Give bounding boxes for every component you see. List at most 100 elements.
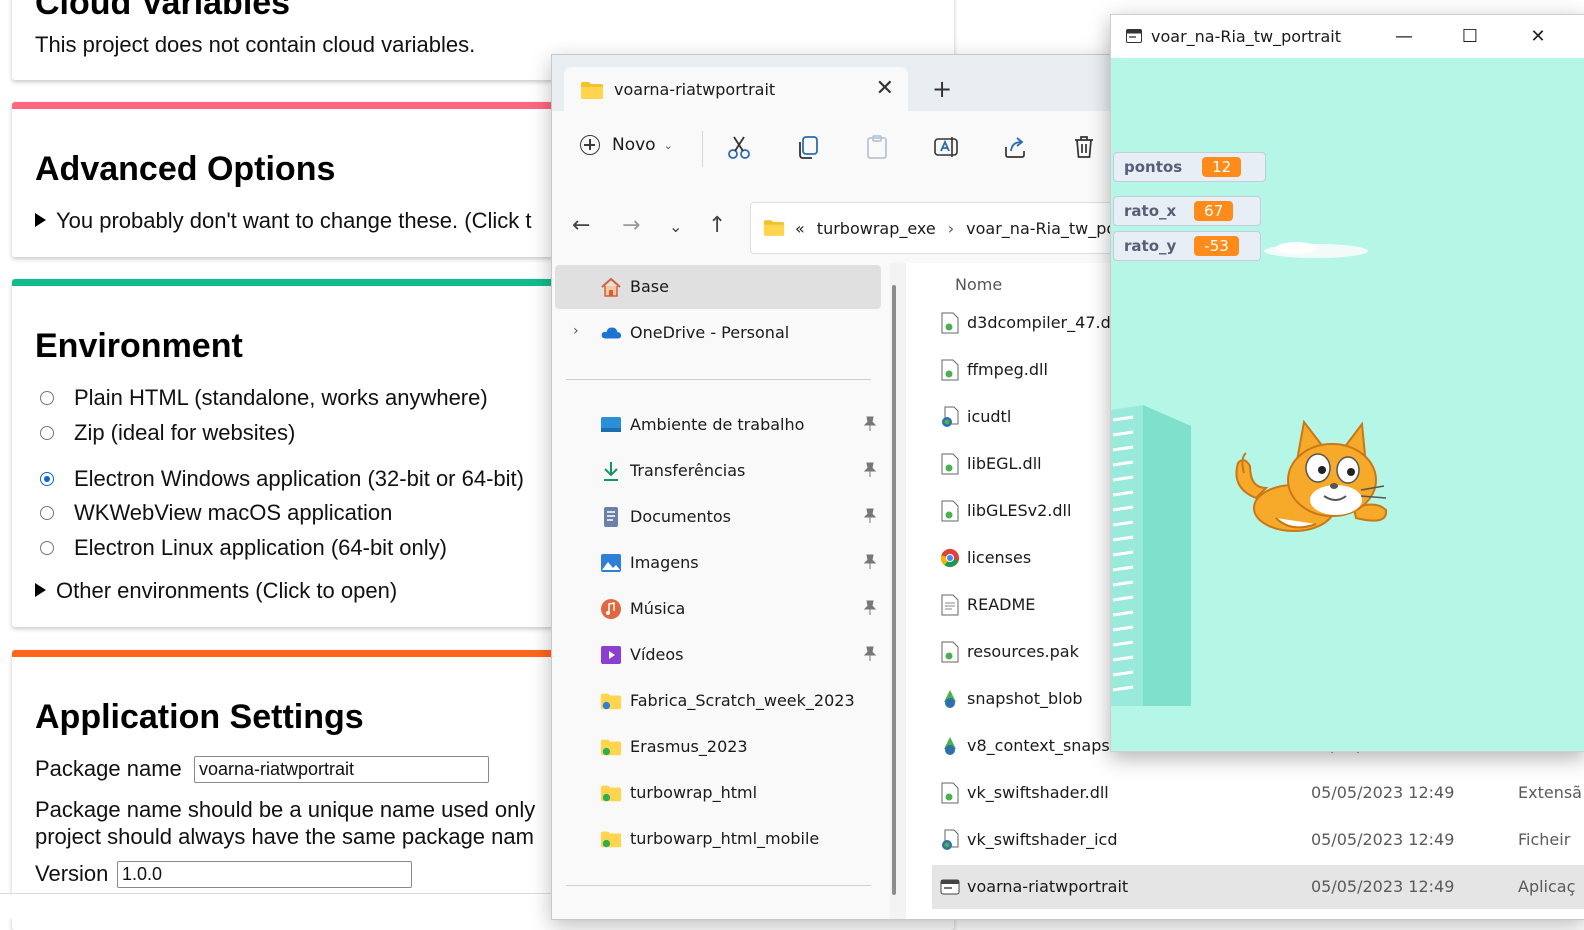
game-stage[interactable]: pontos 12 rato_x 67 rato_y -53 (1111, 58, 1584, 751)
game-title-bar[interactable]: voar_na-Ria_tw_portrait — ☐ ✕ (1111, 15, 1584, 58)
monitor-value: -53 (1194, 236, 1239, 256)
monitor-label: rato_x (1124, 202, 1177, 220)
variable-monitor-rato-y: rato_y -53 (1113, 231, 1261, 261)
radio-button[interactable] (40, 541, 54, 555)
file-name: libEGL.dll (967, 454, 1042, 473)
breadcrumb-item[interactable]: voar_na-Ria_tw_port (966, 219, 1129, 238)
sidebar-item-folder[interactable]: Fabrica_Scratch_week_2023 (555, 679, 881, 723)
maximize-icon[interactable]: ☐ (1450, 23, 1490, 51)
breadcrumb-overflow[interactable]: « (795, 219, 805, 238)
column-header-name[interactable]: Nome (955, 275, 1002, 294)
bottom-strip (0, 893, 560, 919)
sidebar-item-folder[interactable]: Erasmus_2023 (555, 725, 881, 769)
file-name: README (967, 595, 1036, 614)
file-name: icudtl (967, 407, 1012, 426)
advanced-options-title: Advanced Options (35, 150, 336, 188)
radio-button[interactable] (40, 426, 54, 440)
copy-icon[interactable] (794, 133, 822, 161)
env-option-electron-linux[interactable]: Electron Linux application (64-bit only) (40, 535, 447, 561)
env-option-plain-html[interactable]: Plain HTML (standalone, works anywhere) (40, 385, 488, 411)
env-option-zip[interactable]: Zip (ideal for websites) (40, 420, 295, 446)
file-type: Ficheir (1518, 830, 1571, 849)
sidebar-item-videos[interactable]: Vídeos (555, 633, 881, 677)
forward-arrow-icon[interactable]: → (622, 213, 640, 238)
pin-icon[interactable] (863, 462, 877, 478)
folder-icon (600, 831, 622, 848)
other-environments-summary[interactable]: Other environments (Click to open) (35, 578, 397, 604)
dll-file-icon (941, 312, 959, 334)
data-file-icon (942, 829, 959, 850)
sidebar-item-folder[interactable]: turbowarp_html_mobile (555, 817, 881, 861)
pin-icon[interactable] (863, 600, 877, 616)
share-icon[interactable] (1001, 133, 1029, 161)
file-row[interactable]: vk_swiftshader_icd 05/05/2023 12:49 Fichei… (932, 818, 1584, 862)
file-name: licenses (967, 548, 1032, 567)
toolbar-divider (702, 131, 703, 167)
monitor-value: 12 (1202, 157, 1242, 177)
address-bar[interactable]: « turbowrap_exe › voar_na-Ria_tw_port (750, 202, 1152, 254)
env-option-electron-windows[interactable]: Electron Windows application (32-bit or … (40, 466, 524, 492)
breadcrumb-item[interactable]: turbowrap_exe (817, 219, 936, 238)
radio-button-selected[interactable] (40, 472, 54, 486)
version-label: Version (35, 861, 109, 886)
sidebar-item-music[interactable]: Música (555, 587, 881, 631)
sidebar-item-label: turbowarp_html_mobile (630, 829, 820, 848)
file-type: Extensã (1518, 783, 1582, 802)
app-icon (1126, 29, 1142, 43)
variable-monitor-pontos: pontos 12 (1113, 152, 1266, 182)
sidebar-item-downloads[interactable]: Transferências (555, 449, 881, 493)
pin-icon[interactable] (863, 508, 877, 524)
pictures-icon (601, 554, 621, 572)
sidebar-item-documents[interactable]: Documentos (555, 495, 881, 539)
close-tab-icon[interactable]: ✕ (876, 76, 894, 101)
application-icon (940, 879, 960, 895)
paste-icon (867, 135, 887, 159)
new-button[interactable]: Novo ⌄ (580, 135, 673, 155)
file-name: libGLESv2.dll (967, 501, 1072, 520)
sidebar-item-label: Transferências (630, 461, 746, 480)
sidebar-item-home[interactable]: Base (555, 265, 881, 309)
music-icon (601, 599, 621, 619)
cat-sprite (1235, 419, 1388, 532)
rename-icon[interactable] (932, 133, 960, 161)
sidebar-item-label: Erasmus_2023 (630, 737, 748, 756)
up-arrow-icon[interactable]: ↑ (708, 213, 726, 238)
sidebar-item-label: Base (630, 277, 669, 296)
sidebar-item-onedrive[interactable]: › OneDrive - Personal (555, 311, 881, 355)
radio-button[interactable] (40, 506, 54, 520)
file-name: vk_swiftshader.dll (967, 783, 1109, 802)
folder-icon (600, 693, 622, 710)
new-tab-button[interactable]: + (932, 77, 952, 101)
package-name-input[interactable] (194, 756, 489, 783)
file-row-selected[interactable]: voarna-riatwportrait 05/05/2023 12:49 Apli… (932, 865, 1584, 909)
expand-chevron-icon[interactable]: › (573, 323, 579, 339)
recent-locations-chevron-icon[interactable]: ⌄ (669, 217, 682, 236)
close-icon[interactable]: ✕ (1518, 23, 1558, 51)
sidebar-scrollbar[interactable] (890, 285, 898, 895)
file-name: ffmpeg.dll (967, 360, 1048, 379)
sidebar-item-label: Fabrica_Scratch_week_2023 (630, 691, 855, 710)
delete-icon[interactable] (1070, 133, 1098, 161)
sidebar-item-folder[interactable]: turbowrap_html (555, 771, 881, 815)
cut-icon[interactable] (725, 133, 753, 161)
sidebar-item-pictures[interactable]: Imagens (555, 541, 881, 585)
file-type: Aplicaç (1518, 877, 1576, 896)
explorer-tab[interactable]: voarna-riatwportrait ✕ (564, 67, 908, 111)
back-arrow-icon[interactable]: ← (572, 213, 590, 238)
env-option-wkwebview-macos[interactable]: WKWebView macOS application (40, 500, 392, 526)
file-row[interactable]: vk_swiftshader.dll 05/05/2023 12:49 Extens… (932, 771, 1584, 815)
scrollbar-thumb[interactable] (892, 285, 896, 895)
sidebar-divider (566, 885, 871, 886)
minimize-icon[interactable]: — (1384, 23, 1424, 51)
cloud-sprite (1264, 242, 1368, 258)
radio-button[interactable] (40, 391, 54, 405)
other-environments-text: Other environments (Click to open) (56, 578, 398, 603)
version-input[interactable] (117, 861, 412, 888)
advanced-options-summary-text: You probably don't want to change these.… (56, 208, 532, 233)
pin-icon[interactable] (863, 554, 877, 570)
advanced-options-summary[interactable]: You probably don't want to change these.… (35, 208, 531, 234)
pin-icon[interactable] (863, 416, 877, 432)
pin-icon[interactable] (863, 646, 877, 662)
sidebar-item-desktop[interactable]: Ambiente de trabalho (555, 403, 881, 447)
onedrive-cloud-icon (601, 327, 622, 339)
